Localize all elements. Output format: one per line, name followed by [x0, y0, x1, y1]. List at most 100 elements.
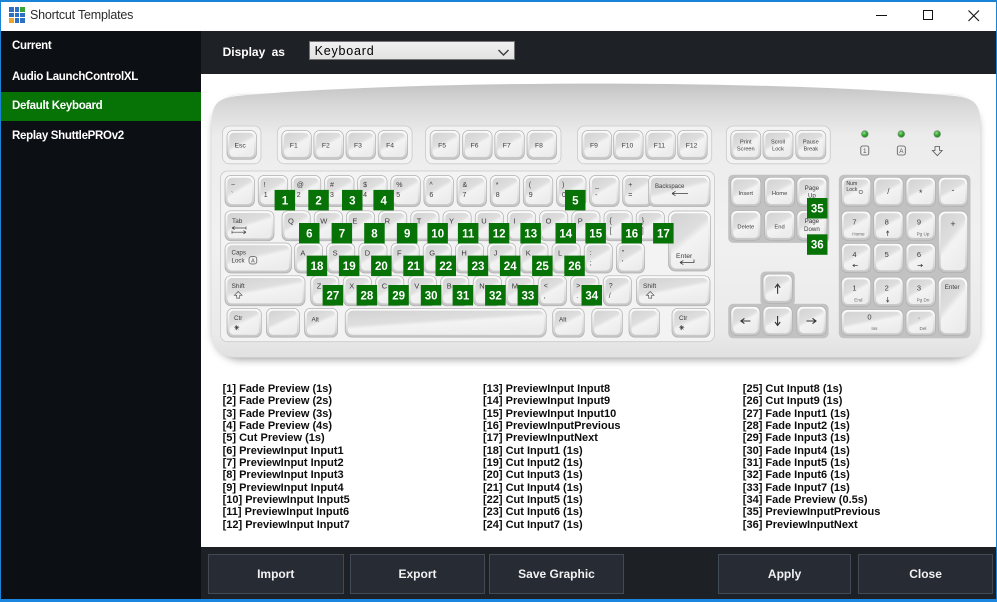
svg-text:36: 36: [811, 240, 824, 252]
svg-text:Shift: Shift: [232, 283, 245, 290]
svg-text:Pause: Pause: [803, 140, 819, 146]
svg-text:7: 7: [463, 192, 467, 199]
svg-text:D: D: [365, 249, 371, 258]
svg-text:F1: F1: [290, 143, 298, 150]
svg-text:Insert: Insert: [739, 191, 754, 197]
svg-text:.: .: [576, 293, 578, 300]
svg-text:*: *: [496, 182, 499, 189]
svg-text:[: [: [610, 228, 612, 235]
svg-text:20: 20: [375, 261, 388, 273]
svg-text:T: T: [417, 216, 422, 225]
svg-text:16: 16: [625, 228, 638, 240]
svg-text:8: 8: [885, 218, 889, 227]
svg-text:F4: F4: [386, 143, 394, 150]
svg-text:31: 31: [457, 290, 470, 302]
svg-text:M: M: [512, 281, 518, 290]
svg-text:Home: Home: [852, 231, 865, 236]
svg-text:F12: F12: [686, 143, 698, 150]
svg-text:25: 25: [536, 261, 549, 273]
svg-text:Alt: Alt: [559, 316, 567, 323]
svg-text:C: C: [382, 281, 388, 290]
svg-text:27: 27: [327, 290, 340, 302]
svg-text:Delete: Delete: [737, 225, 754, 231]
svg-text:.: .: [918, 312, 920, 321]
svg-text:Scroll: Scroll: [771, 140, 785, 146]
svg-text:2: 2: [315, 195, 321, 207]
svg-text:12: 12: [493, 228, 506, 240]
svg-text:5: 5: [572, 195, 579, 207]
svg-text:/: /: [609, 293, 611, 300]
svg-text:): ): [562, 182, 564, 189]
svg-text:Y: Y: [449, 216, 454, 225]
svg-text:Shift: Shift: [643, 283, 656, 290]
svg-text:F: F: [397, 249, 402, 258]
svg-text:F11: F11: [654, 143, 665, 150]
svg-text:L: L: [558, 249, 562, 258]
svg-text:10: 10: [431, 228, 444, 240]
svg-text:Ctr: Ctr: [234, 315, 242, 322]
svg-text:18: 18: [311, 261, 324, 273]
svg-text:23: 23: [472, 261, 485, 273]
svg-text:Print: Print: [740, 140, 752, 146]
svg-text:Enter: Enter: [676, 253, 693, 260]
svg-text:Pg Up: Pg Up: [917, 231, 930, 236]
svg-text:14: 14: [559, 228, 572, 240]
svg-text:R: R: [385, 216, 391, 225]
svg-text:F2: F2: [322, 143, 330, 150]
svg-text:2: 2: [885, 284, 889, 293]
svg-text:A: A: [251, 259, 255, 265]
svg-text:*: *: [919, 188, 923, 198]
svg-text:8: 8: [371, 228, 378, 240]
svg-text:G: G: [429, 249, 435, 258]
svg-text:1: 1: [282, 195, 289, 207]
svg-text:9: 9: [917, 218, 921, 227]
svg-text:Break: Break: [803, 147, 818, 153]
svg-text:F6: F6: [471, 143, 479, 150]
svg-text:Ctr: Ctr: [679, 315, 687, 322]
svg-text:F3: F3: [354, 143, 362, 150]
svg-text::: :: [590, 250, 592, 257]
svg-text:6: 6: [306, 228, 312, 240]
svg-text:B: B: [447, 281, 452, 290]
svg-text:$: $: [363, 182, 367, 189]
svg-text:5: 5: [396, 192, 400, 199]
svg-text:E: E: [352, 216, 357, 225]
svg-text:7: 7: [852, 218, 856, 227]
svg-text:7: 7: [339, 228, 345, 240]
svg-text:-: -: [952, 185, 955, 195]
svg-text:I: I: [513, 216, 515, 225]
svg-text:32: 32: [489, 290, 502, 302]
svg-text:3: 3: [330, 192, 334, 199]
svg-text:Esc: Esc: [235, 143, 247, 150]
svg-text:=: =: [628, 192, 632, 199]
svg-text:F8: F8: [535, 143, 543, 150]
svg-text:Screen: Screen: [737, 147, 755, 153]
svg-text:@: @: [297, 182, 304, 189]
svg-text:13: 13: [524, 228, 537, 240]
svg-text:6: 6: [917, 250, 921, 259]
svg-text:1: 1: [852, 284, 856, 293]
svg-text:`: `: [231, 192, 233, 199]
svg-text:Del: Del: [920, 326, 927, 331]
svg-text:Q: Q: [288, 216, 294, 225]
svg-text:Down: Down: [804, 226, 820, 233]
svg-text:End: End: [854, 297, 863, 302]
svg-text:3: 3: [917, 284, 921, 293]
svg-text:#: #: [330, 182, 334, 189]
svg-text:N: N: [479, 281, 484, 290]
svg-text:28: 28: [361, 290, 374, 302]
svg-text:Page: Page: [805, 218, 820, 225]
svg-text:X: X: [349, 281, 354, 290]
svg-text:5: 5: [885, 250, 889, 259]
svg-text:Lock: Lock: [232, 258, 246, 265]
svg-text:Alt: Alt: [312, 316, 320, 323]
svg-text:%: %: [396, 182, 402, 189]
svg-text:15: 15: [589, 228, 602, 240]
svg-text:H: H: [461, 249, 466, 258]
svg-text:Page: Page: [805, 185, 820, 192]
svg-text:4: 4: [852, 250, 856, 259]
svg-text:0: 0: [867, 313, 871, 322]
svg-text:S: S: [333, 249, 338, 258]
svg-text:Enter: Enter: [945, 284, 960, 291]
svg-text:End: End: [774, 225, 784, 231]
